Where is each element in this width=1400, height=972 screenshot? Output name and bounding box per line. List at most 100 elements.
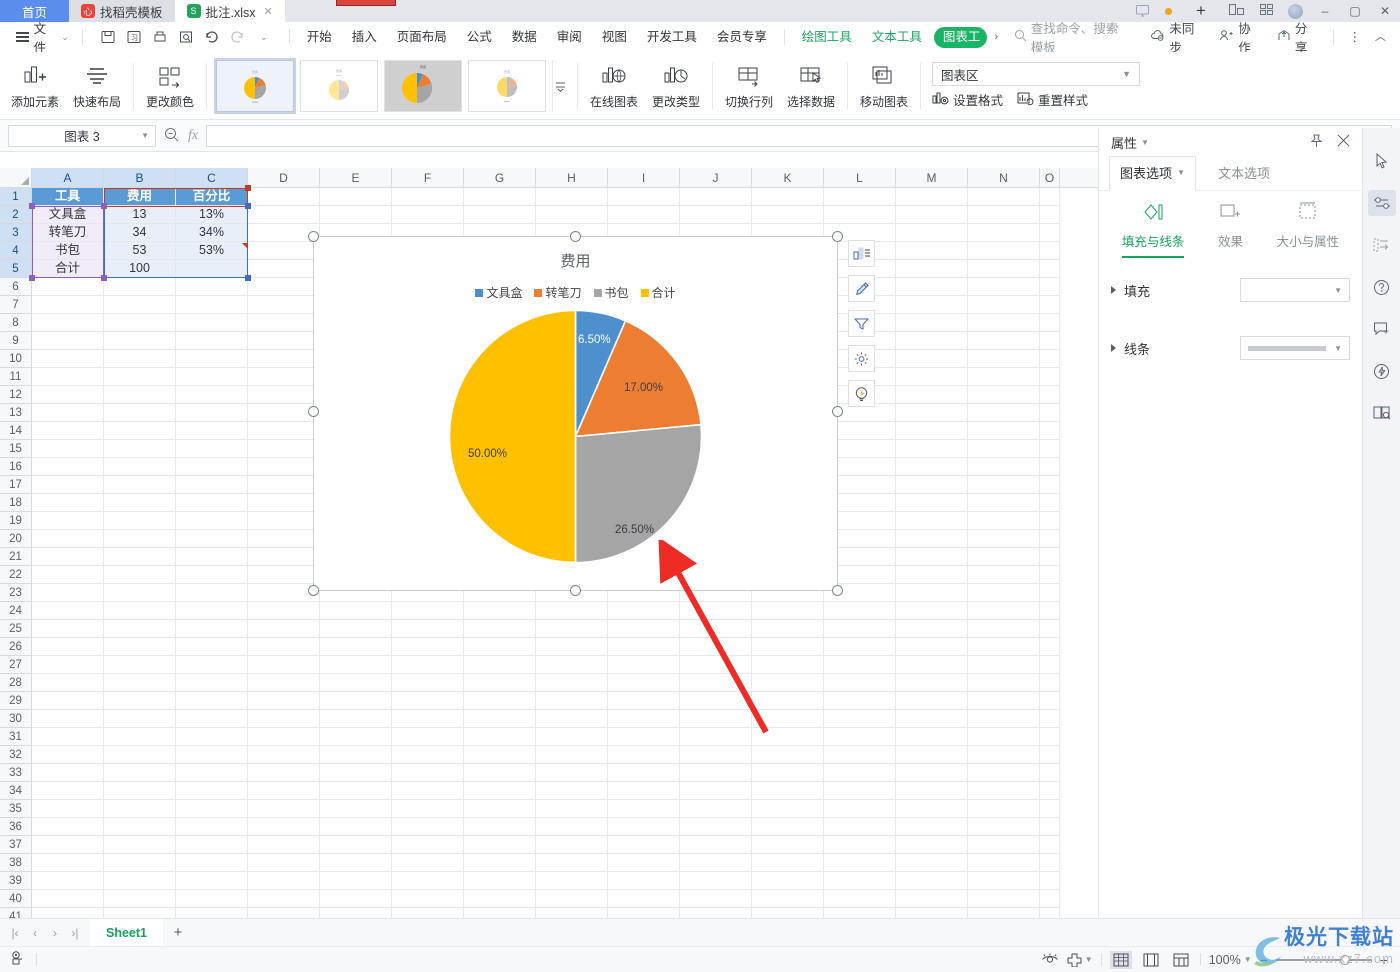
cell-O25[interactable]: [1040, 620, 1060, 638]
cell-H1[interactable]: [536, 188, 608, 206]
ribbon-change-type[interactable]: 更改类型: [645, 55, 707, 117]
cell-A19[interactable]: [32, 512, 104, 530]
cell-F26[interactable]: [392, 638, 464, 656]
cell-H32[interactable]: [536, 746, 608, 764]
cell-M5[interactable]: [896, 260, 968, 278]
help-question-icon[interactable]: [1368, 274, 1396, 300]
ribbon-select-data[interactable]: 选择数据: [780, 55, 842, 117]
cell-A23[interactable]: [32, 584, 104, 602]
cell-N32[interactable]: [968, 746, 1040, 764]
cell-C41[interactable]: [176, 908, 248, 918]
cell-K34[interactable]: [752, 782, 824, 800]
cell-O41[interactable]: [1040, 908, 1060, 918]
cell-C19[interactable]: [176, 512, 248, 530]
cell-I32[interactable]: [608, 746, 680, 764]
eye-icon[interactable]: [1041, 952, 1059, 968]
cell-I26[interactable]: [608, 638, 680, 656]
cell-L28[interactable]: [824, 674, 896, 692]
cell-N17[interactable]: [968, 476, 1040, 494]
chart-handle-tl[interactable]: [308, 231, 319, 242]
cell-M40[interactable]: [896, 890, 968, 908]
cell-D22[interactable]: [248, 566, 320, 584]
column-header-H[interactable]: H: [536, 168, 608, 187]
menu-item-start[interactable]: 开始: [297, 22, 342, 52]
cell-O14[interactable]: [1040, 422, 1060, 440]
page-break-view-icon[interactable]: [1140, 951, 1162, 969]
cell-E29[interactable]: [320, 692, 392, 710]
cell-E28[interactable]: [320, 674, 392, 692]
tab-docer-template[interactable]: 心 找稻壳模板: [69, 0, 175, 22]
sheet-nav-prev[interactable]: ‹: [26, 926, 44, 940]
cell-J1[interactable]: [680, 188, 752, 206]
cell-D28[interactable]: [248, 674, 320, 692]
column-header-B[interactable]: B: [104, 168, 176, 187]
properties-slider-icon[interactable]: [1367, 190, 1396, 216]
cell-B1[interactable]: 费用: [104, 188, 176, 206]
cell-A41[interactable]: [32, 908, 104, 918]
cell-B17[interactable]: [104, 476, 176, 494]
cell-E34[interactable]: [320, 782, 392, 800]
cell-E32[interactable]: [320, 746, 392, 764]
cell-I36[interactable]: [608, 818, 680, 836]
chart-handle-bl[interactable]: [308, 585, 319, 596]
cell-D1[interactable]: [248, 188, 320, 206]
cell-O18[interactable]: [1040, 494, 1060, 512]
cell-F32[interactable]: [392, 746, 464, 764]
comment-indicator-icon[interactable]: [242, 243, 248, 249]
row-header-15[interactable]: 15: [0, 440, 32, 458]
cell-A13[interactable]: [32, 404, 104, 422]
handle-val-tr[interactable]: [245, 203, 251, 209]
cell-G31[interactable]: [464, 728, 536, 746]
tab-close-icon[interactable]: ✕: [264, 5, 273, 18]
cell-O29[interactable]: [1040, 692, 1060, 710]
cell-L2[interactable]: [824, 206, 896, 224]
cell-B16[interactable]: [104, 458, 176, 476]
cell-E30[interactable]: [320, 710, 392, 728]
cell-B2[interactable]: 13: [104, 206, 176, 224]
cursor-select-icon[interactable]: [1368, 148, 1396, 174]
cell-F33[interactable]: [392, 764, 464, 782]
cell-N19[interactable]: [968, 512, 1040, 530]
cell-H37[interactable]: [536, 836, 608, 854]
row-header-41[interactable]: 41: [0, 908, 32, 918]
row-header-9[interactable]: 9: [0, 332, 32, 350]
cell-B36[interactable]: [104, 818, 176, 836]
sheet-nav-last[interactable]: ›|: [66, 926, 84, 940]
cell-N22[interactable]: [968, 566, 1040, 584]
cell-F28[interactable]: [392, 674, 464, 692]
cell-B10[interactable]: [104, 350, 176, 368]
cell-O11[interactable]: [1040, 368, 1060, 386]
cell-M34[interactable]: [896, 782, 968, 800]
cell-C28[interactable]: [176, 674, 248, 692]
cell-G27[interactable]: [464, 656, 536, 674]
cell-O24[interactable]: [1040, 602, 1060, 620]
cell-F37[interactable]: [392, 836, 464, 854]
cell-L39[interactable]: [824, 872, 896, 890]
cell-O37[interactable]: [1040, 836, 1060, 854]
cell-B14[interactable]: [104, 422, 176, 440]
row-header-2[interactable]: 2: [0, 206, 32, 224]
cell-N37[interactable]: [968, 836, 1040, 854]
cell-M15[interactable]: [896, 440, 968, 458]
cell-C22[interactable]: [176, 566, 248, 584]
cell-M38[interactable]: [896, 854, 968, 872]
cell-E39[interactable]: [320, 872, 392, 890]
cell-A12[interactable]: [32, 386, 104, 404]
cell-J39[interactable]: [680, 872, 752, 890]
cell-M29[interactable]: [896, 692, 968, 710]
cell-N23[interactable]: [968, 584, 1040, 602]
cell-F24[interactable]: [392, 602, 464, 620]
cell-L38[interactable]: [824, 854, 896, 872]
cell-G1[interactable]: [464, 188, 536, 206]
cell-O1[interactable]: [1040, 188, 1060, 206]
cell-M36[interactable]: [896, 818, 968, 836]
handle-cat-bl[interactable]: [29, 275, 35, 281]
row-header-38[interactable]: 38: [0, 854, 32, 872]
cell-O12[interactable]: [1040, 386, 1060, 404]
cell-B15[interactable]: [104, 440, 176, 458]
cell-H34[interactable]: [536, 782, 608, 800]
cell-D17[interactable]: [248, 476, 320, 494]
cell-M14[interactable]: [896, 422, 968, 440]
cell-C13[interactable]: [176, 404, 248, 422]
cell-C4[interactable]: 53%: [176, 242, 248, 260]
